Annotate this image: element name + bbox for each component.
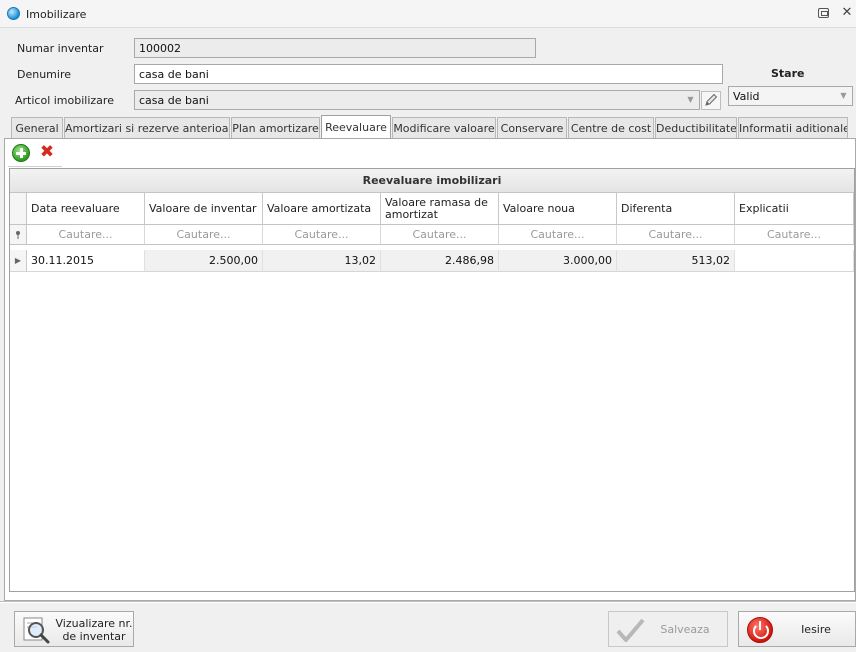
table-row-cell[interactable]: 2.500,00 [145,250,263,272]
tab-conservare[interactable]: Conservare [497,117,567,139]
tab-reevaluare[interactable]: Reevaluare [321,115,391,139]
table-row-cell[interactable]: 13,02 [263,250,381,272]
row-selector-icon[interactable]: ▶ [10,250,27,272]
filter-row-indicator [10,225,27,245]
numar-inventar-label: Numar inventar [17,42,104,55]
filter-pin-icon [16,231,20,239]
filter-explicatii[interactable]: Cautare... [735,225,854,245]
plus-icon[interactable] [12,144,30,162]
app-icon [7,7,20,20]
tab-amortizari[interactable]: Amortizari si rezerve anterioare [64,117,230,139]
tab-centre-de-cost[interactable]: Centre de cost [568,117,654,139]
chevron-down-icon[interactable]: ▼ [682,90,699,110]
vizualizare-button-label-line2: de inventar [62,630,126,643]
window-title: Imobilizare [26,8,87,21]
filter-valoare-ramasa[interactable]: Cautare... [381,225,499,245]
edit-articol-button[interactable] [701,91,721,110]
title-bar: Imobilizare ✕ [0,0,856,28]
filter-data-reevaluare[interactable]: Cautare... [27,225,145,245]
tab-plan-amortizare[interactable]: Plan amortizare [231,117,320,139]
filter-diferenta[interactable]: Cautare... [617,225,735,245]
col-valoare-noua[interactable]: Valoare noua [499,193,617,225]
filter-valoare-amortizata[interactable]: Cautare... [263,225,381,245]
close-icon[interactable]: ✕ [840,5,854,21]
stare-label: Stare [771,67,805,80]
salveaza-button-label: Salveaza [660,623,710,636]
delete-icon[interactable]: ✖ [38,143,56,161]
toolbar-divider [8,166,62,167]
col-valoare-inventar[interactable]: Valoare de inventar [145,193,263,225]
table-row-cell[interactable]: 30.11.2015 [27,250,145,272]
header-indicator [10,193,27,225]
iesire-button[interactable]: Iesire [738,611,856,647]
pencil-icon [705,93,718,106]
reevaluare-grid: Reevaluare imobilizari Data reevaluare V… [9,168,855,592]
footer-divider [0,601,856,603]
table-row-cell[interactable]: 3.000,00 [499,250,617,272]
col-valoare-amortizata[interactable]: Valoare amortizata [263,193,381,225]
power-icon [747,617,773,643]
tab-deductibilitate[interactable]: Deductibilitate [655,117,737,139]
table-row-cell[interactable]: 2.486,98 [381,250,499,272]
filter-valoare-noua[interactable]: Cautare... [499,225,617,245]
restore-icon[interactable] [818,8,829,18]
col-valoare-ramasa[interactable]: Valoare ramasa de amortizat [381,193,499,225]
magnifier-icon [23,617,50,644]
col-diferenta[interactable]: Diferenta [617,193,735,225]
table-row-cell[interactable]: 513,02 [617,250,735,272]
salveaza-button[interactable]: Salveaza [608,611,728,647]
check-icon [616,618,645,642]
denumire-field[interactable]: casa de bani [134,64,723,84]
stare-chevron-down-icon[interactable]: ▼ [835,86,852,106]
tab-modificare-valoare[interactable]: Modificare valoare [392,117,496,139]
vizualizare-button-label-line1: Vizualizare nr. [55,617,133,630]
tab-informatii-aditionale[interactable]: Informatii aditionale [738,117,848,139]
denumire-label: Denumire [17,68,72,81]
col-data-reevaluare[interactable]: Data reevaluare [27,193,145,225]
tab-general[interactable]: General [11,117,63,139]
filter-valoare-inventar[interactable]: Cautare... [145,225,263,245]
col-explicatii[interactable]: Explicatii [735,193,854,225]
numar-inventar-field[interactable]: 100002 [134,38,536,58]
grid-group-title: Reevaluare imobilizari [10,169,854,193]
vizualizare-nr-inventar-button[interactable]: Vizualizare nr. de inventar [14,611,134,647]
articol-imobilizare-combo[interactable]: casa de bani [134,90,700,110]
table-row-cell[interactable] [735,250,854,272]
articol-imobilizare-label: Articol imobilizare [15,94,114,107]
iesire-button-label: Iesire [801,623,831,636]
